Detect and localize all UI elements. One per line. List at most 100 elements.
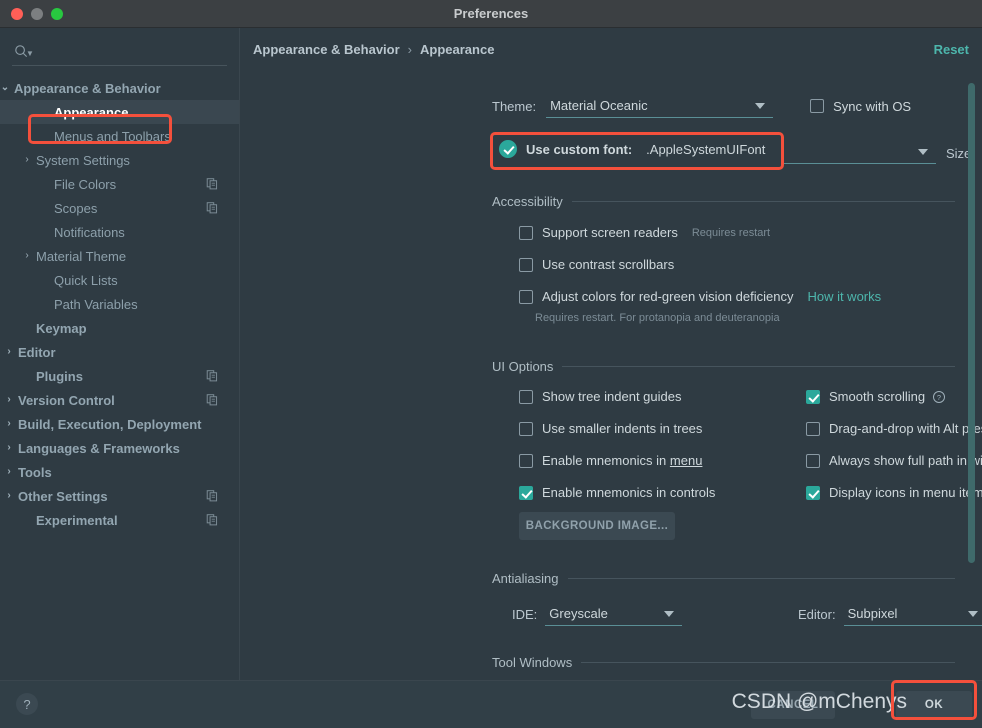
checkbox-label: Always show full path in window header	[829, 453, 982, 468]
sidebar-item-languages-frameworks[interactable]: › Languages & Frameworks	[0, 436, 239, 460]
copy-settings-icon[interactable]	[206, 202, 219, 215]
chevron-right-icon[interactable]: ›	[18, 155, 36, 165]
sidebar-item-version-control[interactable]: › Version Control	[0, 388, 239, 412]
breadcrumb-root[interactable]: Appearance & Behavior	[253, 42, 400, 57]
editor-antialiasing-value: Subpixel	[847, 606, 898, 621]
how-it-works-link[interactable]: How it works	[807, 289, 881, 304]
sidebar-item-other-settings[interactable]: › Other Settings	[0, 484, 239, 508]
sidebar-item-build-execution-deployment[interactable]: › Build, Execution, Deployment	[0, 412, 239, 436]
maximize-window-button[interactable]	[51, 7, 63, 20]
checkbox-box	[519, 485, 533, 500]
theme-row: Theme: Material Oceanic Sync with OS	[492, 94, 911, 118]
adjust-colors-checkbox[interactable]: Adjust colors for red-green vision defic…	[519, 289, 881, 304]
font-family-select[interactable]	[784, 140, 936, 164]
use-smaller-indents-checkbox[interactable]: Use smaller indents in trees	[519, 421, 702, 436]
show-tree-indent-guides-checkbox[interactable]: Show tree indent guides	[519, 389, 681, 404]
sidebar-item-keymap[interactable]: Keymap	[0, 316, 239, 340]
use-custom-font-label: Use custom font:	[526, 141, 633, 157]
sidebar-item-label: Keymap	[36, 320, 87, 336]
help-button[interactable]: ?	[16, 693, 38, 715]
sidebar-search[interactable]: ▼	[12, 38, 227, 66]
close-window-button[interactable]	[11, 7, 23, 20]
copy-settings-icon[interactable]	[206, 514, 219, 527]
enable-mnemonics-menu-checkbox[interactable]: Enable mnemonics in menu	[519, 453, 702, 468]
enable-mnemonics-controls-checkbox[interactable]: Enable mnemonics in controls	[519, 485, 715, 500]
checkbox-box	[806, 485, 820, 500]
always-show-full-path-checkbox[interactable]: Always show full path in window header	[806, 453, 982, 468]
copy-settings-icon[interactable]	[206, 178, 219, 191]
sidebar-item-editor[interactable]: › Editor	[0, 340, 239, 364]
search-dropdown-icon[interactable]: ▼	[26, 49, 34, 58]
chevron-right-icon[interactable]: ›	[0, 395, 18, 405]
sidebar-item-appearance-behavior[interactable]: ⌄ Appearance & Behavior	[0, 76, 239, 100]
sidebar-item-material-theme[interactable]: › Material Theme	[0, 244, 239, 268]
checkbox-label: Drag-and-drop with Alt pressed only	[829, 421, 982, 436]
display-icons-menu-items-checkbox[interactable]: Display icons in menu items	[806, 485, 982, 500]
use-contrast-scrollbars-checkbox[interactable]: Use contrast scrollbars	[519, 257, 674, 272]
copy-settings-icon[interactable]	[206, 394, 219, 407]
sidebar-item-notifications[interactable]: Notifications	[0, 220, 239, 244]
drag-and-drop-alt-checkbox[interactable]: Drag-and-drop with Alt pressed only	[806, 421, 982, 436]
section-title: Accessibility	[492, 194, 563, 209]
help-circle-icon[interactable]: ?	[932, 390, 946, 404]
sidebar-item-menus-and-toolbars[interactable]: Menus and Toolbars	[0, 124, 239, 148]
sidebar-item-experimental[interactable]: Experimental	[0, 508, 239, 532]
sidebar-item-label: Tools	[18, 464, 52, 480]
reset-link[interactable]: Reset	[934, 42, 969, 57]
section-title: UI Options	[492, 359, 554, 374]
search-input[interactable]	[33, 44, 227, 59]
chevron-down-icon[interactable]: ⌄	[0, 83, 14, 93]
sidebar-item-file-colors[interactable]: File Colors	[0, 172, 239, 196]
ok-button[interactable]: OK	[896, 691, 972, 719]
ide-antialiasing-select[interactable]: Greyscale	[545, 602, 683, 626]
settings-sidebar: ▼ ⌄ Appearance & Behavior Appearance Menus …	[0, 28, 240, 680]
section-divider	[581, 662, 955, 663]
chevron-right-icon[interactable]: ›	[0, 491, 18, 501]
cancel-button[interactable]: CANCEL	[751, 691, 835, 719]
chevron-right-icon[interactable]: ›	[0, 419, 18, 429]
ide-antialiasing-label: IDE:	[512, 606, 538, 622]
smooth-scrolling-checkbox[interactable]: Smooth scrolling ?	[806, 389, 946, 404]
support-screen-readers-checkbox[interactable]: Support screen readers Requires restart	[519, 225, 770, 240]
checkbox-label: Adjust colors for red-green vision defic…	[542, 289, 794, 304]
theme-label: Theme:	[492, 98, 537, 114]
sidebar-item-label: Plugins	[36, 368, 83, 384]
settings-tree: ⌄ Appearance & Behavior Appearance Menus an…	[0, 76, 239, 532]
section-ui-options: UI Options	[492, 359, 955, 374]
editor-antialiasing-select[interactable]: Subpixel	[843, 602, 982, 626]
sidebar-item-appearance[interactable]: Appearance	[0, 100, 239, 124]
checkbox-label: Support screen readers	[542, 225, 678, 240]
section-divider	[571, 201, 955, 202]
sidebar-item-tools[interactable]: › Tools	[0, 460, 239, 484]
sidebar-item-label: Quick Lists	[54, 272, 118, 288]
theme-select[interactable]: Material Oceanic	[546, 94, 774, 118]
checkbox-label: Use smaller indents in trees	[542, 421, 703, 436]
sync-with-os-label: Sync with OS	[833, 98, 912, 114]
sidebar-item-system-settings[interactable]: › System Settings	[0, 148, 239, 172]
checkbox-label: Show tree indent guides	[542, 389, 682, 404]
section-divider	[567, 578, 955, 579]
sidebar-item-scopes[interactable]: Scopes	[0, 196, 239, 220]
breadcrumb: Appearance & Behavior › Appearance Reset	[253, 36, 969, 62]
sidebar-item-label: File Colors	[54, 176, 117, 192]
chevron-right-icon[interactable]: ›	[0, 443, 18, 453]
background-image-button[interactable]: BACKGROUND IMAGE...	[519, 512, 675, 540]
sidebar-item-path-variables[interactable]: Path Variables	[0, 292, 239, 316]
section-title: Antialiasing	[492, 571, 559, 586]
sidebar-item-label: Material Theme	[36, 248, 127, 264]
sidebar-item-label: Editor	[18, 344, 56, 360]
sidebar-item-plugins[interactable]: Plugins	[0, 364, 239, 388]
chevron-right-icon[interactable]: ›	[0, 347, 18, 357]
copy-settings-icon[interactable]	[206, 490, 219, 503]
chevron-right-icon[interactable]: ›	[18, 251, 36, 261]
chevron-right-icon[interactable]: ›	[0, 467, 18, 477]
checkbox-box	[519, 257, 533, 272]
checkbox-label: Display icons in menu items	[829, 485, 982, 500]
sidebar-item-quick-lists[interactable]: Quick Lists	[0, 268, 239, 292]
sync-with-os-checkbox[interactable]: Sync with OS	[810, 99, 911, 114]
minimize-window-button[interactable]	[31, 7, 43, 20]
use-custom-font-checkbox[interactable]: Use custom font:	[499, 140, 632, 158]
copy-settings-icon[interactable]	[206, 370, 219, 383]
content-vertical-scrollbar[interactable]	[968, 83, 975, 563]
custom-font-row: Use custom font: .AppleSystemUIFont	[499, 140, 765, 158]
